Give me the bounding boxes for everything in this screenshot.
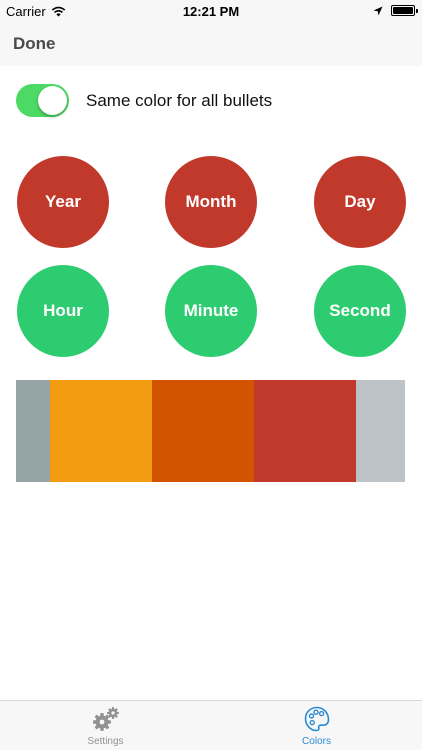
palette-swatch-gray[interactable] xyxy=(16,380,50,482)
status-bar: Carrier 12:21 PM xyxy=(0,0,422,22)
battery-fill xyxy=(393,7,413,14)
tab-settings-label: Settings xyxy=(87,736,124,747)
status-right xyxy=(373,5,418,16)
tab-bar: Settings Colors xyxy=(0,700,422,750)
bullet-hour[interactable]: Hour xyxy=(17,265,109,357)
palette-swatch-dark-orange[interactable] xyxy=(152,380,254,482)
toggle-knob xyxy=(38,86,67,115)
color-palette xyxy=(16,380,405,482)
bullet-month[interactable]: Month xyxy=(165,156,257,248)
same-color-toggle[interactable] xyxy=(16,84,69,117)
bullet-second[interactable]: Second xyxy=(314,265,406,357)
status-time: 12:21 PM xyxy=(182,4,240,19)
palette-swatch-orange[interactable] xyxy=(50,380,152,482)
palette-swatch-light-gray[interactable] xyxy=(356,380,405,482)
palette-swatch-red[interactable] xyxy=(254,380,356,482)
battery-icon xyxy=(391,5,418,16)
bullet-year[interactable]: Year xyxy=(17,156,109,248)
bullet-day[interactable]: Day xyxy=(314,156,406,248)
nav-bar: Done xyxy=(0,22,422,66)
battery-tip xyxy=(416,9,418,13)
same-color-label: Same color for all bullets xyxy=(86,90,273,110)
done-button[interactable]: Done xyxy=(13,34,56,54)
location-arrow-icon xyxy=(373,6,383,15)
tab-colors-label: Colors xyxy=(302,736,331,747)
same-color-row: Same color for all bullets xyxy=(16,84,272,117)
palette-icon xyxy=(304,706,329,732)
gears-icon xyxy=(92,707,119,731)
tab-settings[interactable]: Settings xyxy=(0,705,211,747)
bullet-minute[interactable]: Minute xyxy=(165,265,257,357)
tab-colors[interactable]: Colors xyxy=(211,705,422,747)
